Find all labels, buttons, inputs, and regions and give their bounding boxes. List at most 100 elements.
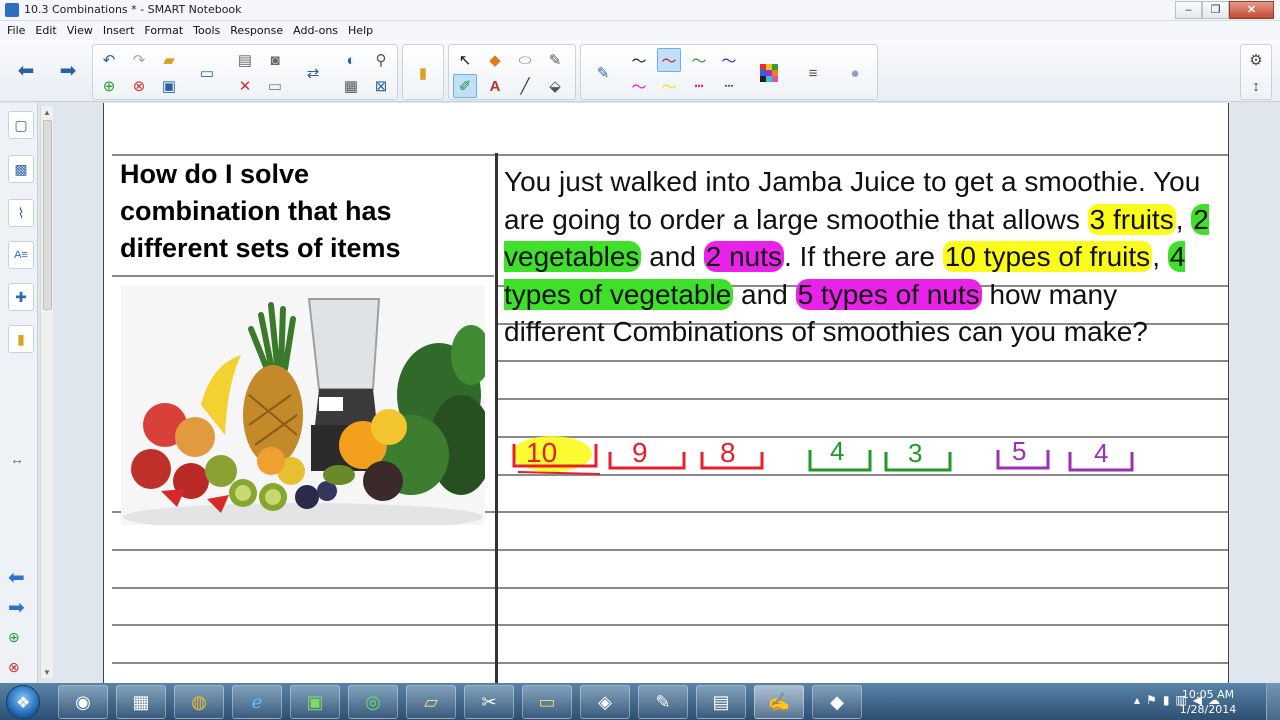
taskbar-internet-explorer-icon[interactable]: ℯ (232, 685, 282, 719)
pen-style-black-icon[interactable]: 〜 (627, 48, 651, 72)
delete-page-icon[interactable]: ⊗ (127, 74, 151, 98)
file-tools-group: ↶ ↷ ▰ ⊕ ⊗ ▣ ▭ ▤ ◙ ✕ ▭ ⇄ ◐ ⚲ ▦ ⊠ (92, 44, 398, 100)
properties-icon[interactable]: A≡ (8, 241, 34, 269)
add-ons-icon[interactable]: ✚ (8, 283, 34, 311)
pen-style-red-icon[interactable]: 〜 (657, 48, 681, 72)
slot-number: 9 (632, 437, 648, 468)
taskbar-notes-icon[interactable]: ▱ (406, 685, 456, 719)
full-screen-icon[interactable]: ▭ (263, 74, 287, 98)
delete-icon[interactable]: ✕ (233, 74, 257, 98)
ruled-line (112, 587, 1228, 589)
line-thickness-icon[interactable]: ≡ (801, 61, 825, 85)
show-hidden-icons-icon[interactable]: ▴ (1134, 693, 1140, 707)
taskbar-browser-globe-icon[interactable]: ◉ (58, 685, 108, 719)
text-tool-icon[interactable]: A (483, 74, 507, 98)
resize-sidebar-icon[interactable]: ↔ (10, 451, 24, 467)
pen-style-magenta-icon[interactable]: 〜 (627, 74, 651, 98)
display-toggle-icon[interactable]: ⇄ (301, 61, 325, 85)
menu-add-ons[interactable]: Add-ons (293, 21, 343, 40)
taskbar-spotify-icon[interactable]: ◎ (348, 685, 398, 719)
gear-icon[interactable]: ⚙ (1244, 48, 1268, 72)
taskbar-file-explorer-icon[interactable]: ▭ (522, 685, 572, 719)
pen-style-blue-icon[interactable]: 〜 (717, 48, 741, 72)
add-page-side-icon[interactable]: ⊕ (8, 629, 20, 646)
response-side-icon[interactable]: ▮ (8, 325, 34, 353)
menu-help[interactable]: Help (348, 21, 378, 40)
scroll-thumb[interactable] (43, 120, 52, 310)
word-problem-text[interactable]: You just walked into Jamba Juice to get … (504, 163, 1224, 351)
attachments-icon[interactable]: ⌇ (8, 199, 34, 227)
menu-view[interactable]: View (67, 21, 98, 40)
select-pointer-icon[interactable]: ↖ (453, 48, 477, 72)
transparency-icon[interactable]: ● (843, 61, 867, 85)
search-icon[interactable]: ⚲ (369, 48, 393, 72)
taskbar-document-camera-icon[interactable]: ◈ (580, 685, 630, 719)
redo-icon[interactable]: ↷ (127, 48, 151, 72)
gallery-icon[interactable]: ▩ (8, 155, 34, 183)
menu-file[interactable]: File (7, 21, 30, 40)
taskbar-paint-icon[interactable]: ✎ (638, 685, 688, 719)
menu-edit[interactable]: Edit (35, 21, 61, 40)
line-tool-icon[interactable]: ╱ (513, 74, 537, 98)
screen-shade-icon[interactable]: ▭ (195, 61, 219, 85)
menu-format[interactable]: Format (144, 21, 188, 40)
fill-tool-icon[interactable]: ⬙ (543, 74, 567, 98)
smart-notebook-window: 10.3 Combinations * - SMART Notebook – ❐… (0, 0, 1280, 720)
move-toolbar-icon[interactable]: ↕ (1244, 74, 1268, 98)
close-button[interactable]: ✕ (1229, 1, 1274, 19)
vertical-scrollbar[interactable]: ▲ ▼ (40, 106, 53, 678)
notebook-page[interactable]: How do I solve combination that has diff… (103, 103, 1229, 683)
pens-tool-icon[interactable]: ✐ (453, 74, 477, 98)
menu-tools[interactable]: Tools (193, 21, 225, 40)
response-icon[interactable]: ▮ (411, 61, 435, 85)
main-toolbar: ⬅ ➡ ↶ ↷ ▰ ⊕ ⊗ ▣ ▭ ▤ ◙ ✕ ▭ ⇄ ◐ ⚲ ▦ ⊠ ▮ ↖ … (0, 40, 1280, 102)
next-page-icon[interactable]: ➡ (56, 58, 80, 82)
action-center-icon[interactable]: ⚑ (1146, 693, 1157, 707)
pen-style-dashed-icon[interactable]: ┅ (687, 74, 711, 98)
taskbar-smart-notebook-icon[interactable]: ✍ (754, 685, 804, 719)
maximize-button[interactable]: ❐ (1202, 1, 1229, 19)
undo-icon[interactable]: ↶ (97, 48, 121, 72)
color-palette-icon[interactable] (757, 61, 781, 85)
pen-style-dotted-icon[interactable]: ┄ (717, 74, 741, 98)
fruit-smoothie-picture[interactable] (121, 285, 485, 525)
pen-style-yellow-icon[interactable]: 〜 (657, 74, 681, 98)
save-icon[interactable]: ▣ (157, 74, 181, 98)
close-tool-icon[interactable]: ⊠ (369, 74, 393, 98)
slot-number: 4 (830, 436, 844, 466)
taskbar-chrome-icon[interactable]: ◍ (174, 685, 224, 719)
taskbar-calculator-icon[interactable]: ▦ (116, 685, 166, 719)
previous-page-side-icon[interactable]: ⬅ (8, 565, 25, 590)
pen-type-icon[interactable]: ✎ (591, 61, 615, 85)
screen-capture-icon[interactable]: ◙ (263, 48, 287, 72)
scroll-down-icon[interactable]: ▼ (43, 668, 51, 677)
document-camera-icon[interactable]: ◐ (339, 48, 363, 72)
shape-tool-icon[interactable]: ◆ (483, 48, 507, 72)
taskbar-recorder-icon[interactable]: ◆ (812, 685, 862, 719)
table-icon[interactable]: ▦ (339, 74, 363, 98)
problem-text-segment: . If there are (784, 241, 943, 272)
menu-response[interactable]: Response (230, 21, 288, 40)
taskbar-clock[interactable]: 10:05 AM 1/28/2014 (1168, 687, 1248, 717)
taskbar-remote-desktop-icon[interactable]: ▤ (696, 685, 746, 719)
magic-pen-icon[interactable]: ✎ (543, 48, 567, 72)
taskbar-snipping-tool-icon[interactable]: ✂ (464, 685, 514, 719)
page-sorter-icon[interactable]: ▢ (8, 111, 34, 139)
open-file-icon[interactable]: ▰ (157, 48, 181, 72)
minimize-button[interactable]: – (1175, 1, 1202, 19)
add-page-icon[interactable]: ⊕ (97, 74, 121, 98)
eraser-tool-icon[interactable]: ⬭ (513, 48, 537, 72)
paste-icon[interactable]: ▤ (233, 48, 257, 72)
show-desktop-button[interactable] (1266, 683, 1280, 720)
start-button[interactable]: ❖ (6, 685, 40, 719)
taskbar-app-2-icon[interactable]: ▣ (290, 685, 340, 719)
previous-page-icon[interactable]: ⬅ (14, 58, 38, 82)
delete-page-side-icon[interactable]: ⊗ (8, 659, 20, 676)
pen-style-green-icon[interactable]: 〜 (687, 48, 711, 72)
next-page-side-icon[interactable]: ➡ (8, 595, 25, 620)
handwritten-slots[interactable]: 10 9 8 4 3 5 4 (504, 428, 1144, 488)
scroll-up-icon[interactable]: ▲ (43, 108, 51, 117)
clock-date: 1/28/2014 (1179, 703, 1237, 716)
menu-insert[interactable]: Insert (103, 21, 140, 40)
lesson-heading[interactable]: How do I solve combination that has diff… (120, 156, 480, 267)
